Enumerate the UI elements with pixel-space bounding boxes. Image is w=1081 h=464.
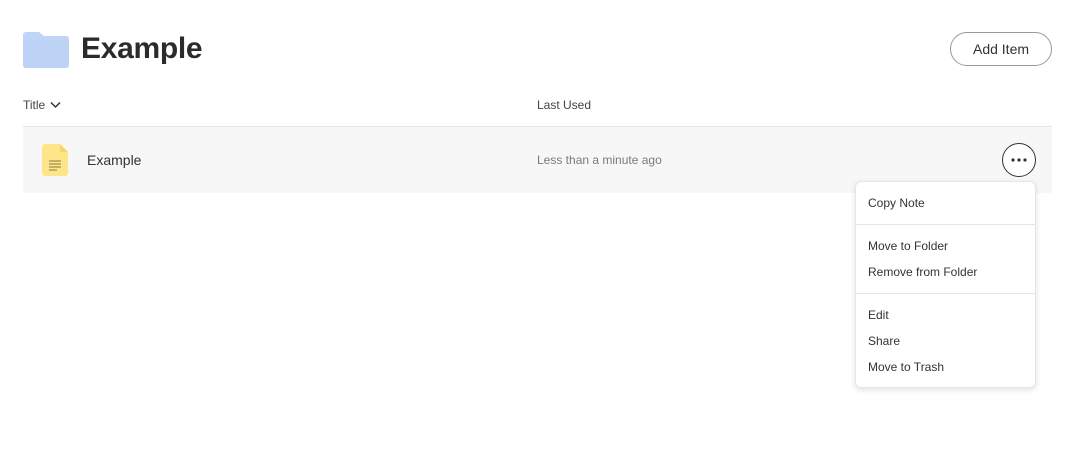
folder-icon (23, 32, 69, 68)
menu-item-share[interactable]: Share (868, 333, 900, 349)
note-icon (42, 144, 68, 176)
menu-item-copy-note[interactable]: Copy Note (868, 195, 925, 211)
more-horizontal-icon (1011, 158, 1027, 162)
row-last-used: Less than a minute ago (537, 153, 662, 167)
menu-divider (856, 293, 1035, 294)
more-options-button[interactable] (1002, 143, 1036, 177)
add-item-button[interactable]: Add Item (950, 32, 1052, 66)
menu-item-edit[interactable]: Edit (868, 307, 889, 323)
menu-item-move-to-folder[interactable]: Move to Folder (868, 238, 948, 254)
title-column-label: Title (23, 98, 46, 112)
menu-divider (856, 224, 1035, 225)
page-title: Example (81, 32, 203, 65)
chevron-down-icon (50, 101, 61, 109)
title-column-header[interactable]: Title (23, 97, 61, 113)
folder-page: Example Add Item Title Last Used Example… (0, 0, 1081, 464)
menu-item-remove-from-folder[interactable]: Remove from Folder (868, 264, 977, 280)
last-used-column-header: Last Used (537, 98, 592, 112)
context-menu: Copy Note Move to Folder Remove from Fol… (855, 181, 1036, 388)
row-title[interactable]: Example (87, 151, 141, 169)
menu-item-move-to-trash[interactable]: Move to Trash (868, 359, 944, 375)
